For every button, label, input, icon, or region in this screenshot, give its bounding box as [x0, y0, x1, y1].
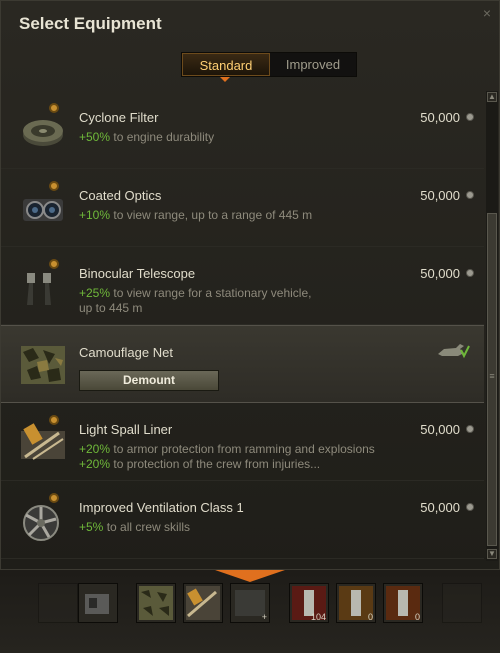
- tab-improved[interactable]: Improved: [270, 53, 356, 76]
- slot-camouflage-net[interactable]: [136, 583, 176, 623]
- list-item-camouflage-net[interactable]: Camouflage Net Demount: [1, 325, 484, 403]
- slot-empty[interactable]: +: [230, 583, 270, 623]
- list-item-coated-optics[interactable]: Coated Optics +10% to view range, up to …: [1, 169, 484, 247]
- item-description: +25% to view range for a stationary vehi…: [79, 286, 312, 315]
- gear-icon: [49, 181, 59, 191]
- list-item-binocular-telescope[interactable]: Binocular Telescope +25% to view range f…: [1, 247, 484, 325]
- item-name: Camouflage Net: [79, 345, 173, 360]
- scrollbar-thumb[interactable]: ≡: [487, 213, 497, 546]
- ammo-count: 0: [367, 612, 373, 622]
- item-description: +50% to engine durability: [79, 130, 215, 144]
- scrollbar[interactable]: ▲ ≡ ▼: [486, 91, 498, 561]
- item-description: +10% to view range, up to a range of 445…: [79, 208, 313, 222]
- credits-icon: [466, 113, 474, 121]
- item-name: Cyclone Filter: [79, 110, 159, 125]
- list-item-improved-ventilation[interactable]: Improved Ventilation Class 1 +5% to all …: [1, 481, 484, 559]
- credits-icon: [466, 503, 474, 511]
- ammo-count: 0: [414, 612, 420, 622]
- ventilation-icon: [19, 493, 67, 543]
- close-icon[interactable]: ×: [483, 5, 491, 21]
- binocular-telescope-icon: [19, 259, 67, 309]
- equipment-list: Cyclone Filter +50% to engine durability…: [1, 91, 484, 561]
- slot-spall-liner[interactable]: [183, 583, 223, 623]
- camouflage-net-icon: [19, 340, 67, 388]
- item-name: Light Spall Liner: [79, 422, 173, 437]
- item-description: +5% to all crew skills: [79, 520, 191, 534]
- gear-icon: [49, 103, 59, 113]
- item-name: Binocular Telescope: [79, 266, 196, 281]
- scroll-down-icon[interactable]: ▼: [487, 549, 497, 559]
- item-name: Improved Ventilation Class 1: [79, 500, 244, 515]
- cyclone-filter-icon: [19, 103, 67, 153]
- slot-ammo-2[interactable]: 0: [336, 583, 376, 623]
- item-description: +20% to armor protection from ramming an…: [79, 442, 375, 471]
- slot-equipment-1[interactable]: [78, 583, 118, 623]
- tab-standard[interactable]: Standard: [182, 53, 270, 76]
- item-price: 50,000: [420, 266, 460, 281]
- slot-ammo-1[interactable]: 104: [289, 583, 329, 623]
- tab-indicator-icon: [220, 77, 230, 82]
- add-icon: +: [261, 612, 267, 622]
- item-price: 50,000: [420, 188, 460, 203]
- list-item-cyclone-filter[interactable]: Cyclone Filter +50% to engine durability…: [1, 91, 484, 169]
- equipment-dialog: Select Equipment × Standard Improved Cyc…: [0, 0, 500, 570]
- gear-icon: [49, 493, 59, 503]
- gear-icon: [49, 259, 59, 269]
- credits-icon: [466, 425, 474, 433]
- ammo-count: 104: [310, 612, 326, 622]
- coated-optics-icon: [19, 181, 67, 231]
- dialog-title: Select Equipment: [19, 14, 162, 33]
- credits-icon: [466, 191, 474, 199]
- item-price: 50,000: [420, 422, 460, 437]
- gear-icon: [49, 415, 59, 425]
- slot-faded: [38, 583, 78, 623]
- tab-bar: Standard Improved: [181, 52, 357, 77]
- selection-indicator-icon: [215, 570, 285, 582]
- grip-icon: ≡: [489, 371, 495, 381]
- item-name: Coated Optics: [79, 188, 162, 203]
- credits-icon: [466, 269, 474, 277]
- tank-mounted-icon: [436, 340, 470, 360]
- slot-faded: [442, 583, 482, 623]
- scroll-up-icon[interactable]: ▲: [487, 92, 497, 102]
- list-item-light-spall-liner[interactable]: Light Spall Liner +20% to armor protecti…: [1, 403, 484, 481]
- slot-ammo-3[interactable]: 0: [383, 583, 423, 623]
- spall-liner-icon: [19, 415, 67, 465]
- item-price: 50,000: [420, 500, 460, 515]
- demount-button[interactable]: Demount: [79, 370, 219, 391]
- item-price: 50,000: [420, 110, 460, 125]
